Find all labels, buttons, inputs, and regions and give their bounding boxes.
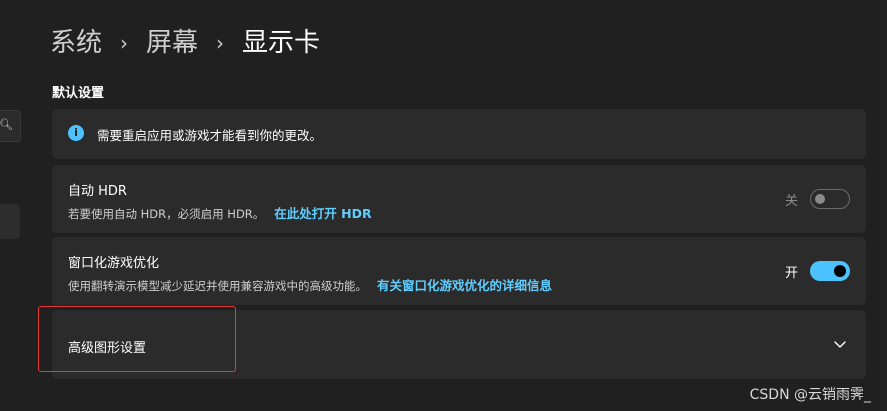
windowed-games-info-link[interactable]: 有关窗口化游戏优化的详细信息	[377, 278, 552, 293]
auto-hdr-description: 若要使用自动 HDR，必须启用 HDR。 在此处打开 HDR	[68, 203, 372, 222]
windowed-game-optimization-setting: 窗口化游戏优化 使用翻转演示模型减少延迟并使用兼容游戏中的高级功能。 有关窗口化游…	[52, 237, 866, 305]
windowed-games-description-text: 使用翻转演示模型减少延迟并使用兼容游戏中的高级功能。	[68, 279, 367, 293]
toggle-knob	[834, 265, 846, 277]
section-title: 默认设置	[52, 86, 105, 101]
windowed-games-description: 使用翻转演示模型减少延迟并使用兼容游戏中的高级功能。 有关窗口化游戏优化的详细信息	[68, 275, 552, 294]
info-banner-text: 需要重启应用或游戏才能看到你的更改。	[97, 128, 323, 143]
auto-hdr-description-text: 若要使用自动 HDR，必须启用 HDR。	[68, 207, 265, 221]
search-icon: 🔍︎	[0, 118, 13, 131]
auto-hdr-title: 自动 HDR	[68, 184, 127, 199]
auto-hdr-setting: 自动 HDR 若要使用自动 HDR，必须启用 HDR。 在此处打开 HDR 关	[52, 165, 866, 233]
breadcrumb-display[interactable]: 屏幕	[146, 24, 198, 62]
windowed-games-toggle[interactable]	[810, 261, 850, 281]
breadcrumb-separator-icon: ›	[216, 31, 225, 55]
watermark: CSDN @云销雨霁_	[749, 387, 871, 403]
breadcrumb-system[interactable]: 系统	[50, 24, 102, 62]
chevron-down-icon[interactable]	[832, 336, 848, 352]
breadcrumb: 系统 › 屏幕 › 显示卡	[50, 24, 320, 62]
auto-hdr-toggle-label: 关	[784, 194, 798, 209]
windowed-games-toggle-label: 开	[784, 266, 798, 281]
auto-hdr-toggle[interactable]	[810, 189, 850, 209]
windowed-games-title: 窗口化游戏优化	[68, 256, 160, 271]
info-banner: i 需要重启应用或游戏才能看到你的更改。	[52, 109, 866, 159]
toggle-knob	[815, 194, 825, 204]
sidebar-search-box[interactable]: 🔍︎	[0, 110, 21, 142]
settings-page: 🔍︎ 系统 › 屏幕 › 显示卡 默认设置 i 需要重启应用或游戏才能看到你的更…	[0, 0, 887, 411]
page-title: 显示卡	[242, 28, 321, 58]
open-hdr-link[interactable]: 在此处打开 HDR	[274, 206, 371, 221]
info-icon: i	[68, 125, 84, 141]
breadcrumb-separator-icon: ›	[120, 31, 129, 55]
highlight-annotation-box	[38, 306, 236, 372]
sidebar-selected-item[interactable]	[0, 204, 20, 239]
